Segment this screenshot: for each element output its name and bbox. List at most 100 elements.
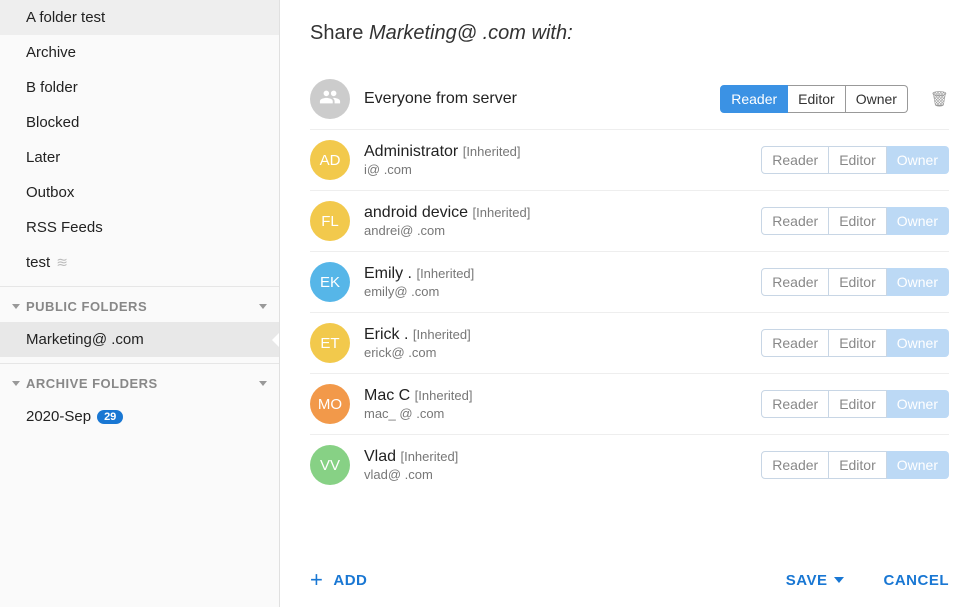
plus-icon: + bbox=[310, 569, 323, 591]
role-reader-button[interactable]: Reader bbox=[761, 146, 829, 174]
add-label: ADD bbox=[333, 572, 367, 589]
role-editor-button[interactable]: Editor bbox=[829, 146, 887, 174]
role-owner-button[interactable]: Owner bbox=[887, 146, 949, 174]
user-email: vlad@ .com bbox=[364, 467, 747, 482]
role-editor-button[interactable]: Editor bbox=[829, 207, 887, 235]
role-editor-button[interactable]: Editor bbox=[788, 85, 846, 113]
add-button[interactable]: + ADD bbox=[310, 569, 367, 591]
row-info: Erick . [Inherited]erick@ .com bbox=[364, 326, 747, 360]
chevron-down-icon[interactable] bbox=[259, 304, 267, 309]
sidebar-item[interactable]: Archive bbox=[0, 35, 279, 70]
archive-folders-label: ARCHIVE FOLDERS bbox=[26, 376, 158, 391]
public-folders-header[interactable]: PUBLIC FOLDERS bbox=[0, 286, 279, 322]
sidebar-item-label: Later bbox=[26, 149, 60, 166]
role-reader-button[interactable]: Reader bbox=[761, 390, 829, 418]
role-reader-button[interactable]: Reader bbox=[720, 85, 788, 113]
user-email: i@ .com bbox=[364, 162, 747, 177]
save-label: SAVE bbox=[786, 572, 828, 589]
role-editor-button[interactable]: Editor bbox=[829, 268, 887, 296]
role-editor-button[interactable]: Editor bbox=[829, 329, 887, 357]
share-row: MO Mac C [Inherited]mac_ @ .com ReaderEdit… bbox=[310, 374, 949, 435]
user-email: emily@ .com bbox=[364, 284, 747, 299]
sidebar-item[interactable]: Outbox bbox=[0, 175, 279, 210]
inherited-tag: [Inherited] bbox=[400, 449, 458, 464]
archive-folders-header[interactable]: ARCHIVE FOLDERS bbox=[0, 363, 279, 399]
sidebar-item[interactable]: Blocked bbox=[0, 105, 279, 140]
sidebar-item-label: Marketing@ .com bbox=[26, 331, 144, 348]
user-name: Administrator [Inherited] bbox=[364, 143, 747, 161]
sidebar-item[interactable]: A folder test bbox=[0, 0, 279, 35]
sidebar-item[interactable]: RSS Feeds bbox=[0, 210, 279, 245]
user-name: Everyone from server bbox=[364, 90, 706, 108]
caret-icon bbox=[12, 381, 20, 386]
sidebar-item-label: A folder test bbox=[26, 9, 105, 26]
row-info: Vlad [Inherited]vlad@ .com bbox=[364, 448, 747, 482]
sidebar-item-label: 2020-Sep bbox=[26, 408, 91, 425]
role-editor-button[interactable]: Editor bbox=[829, 451, 887, 479]
share-title: Share Marketing@ .com with: bbox=[310, 22, 949, 45]
group-icon bbox=[319, 86, 341, 112]
caret-icon bbox=[12, 304, 20, 309]
sidebar-item-label: Archive bbox=[26, 44, 76, 61]
row-info: Administrator [Inherited] i@ .com bbox=[364, 143, 747, 177]
trash-icon[interactable]: 🗑 bbox=[930, 90, 949, 108]
role-reader-button[interactable]: Reader bbox=[761, 207, 829, 235]
save-button[interactable]: SAVE bbox=[786, 572, 844, 589]
role-owner-button[interactable]: Owner bbox=[887, 390, 949, 418]
share-row: ET Erick . [Inherited]erick@ .com ReaderEd… bbox=[310, 313, 949, 374]
sidebar-item[interactable]: B folder bbox=[0, 70, 279, 105]
user-email: erick@ .com bbox=[364, 345, 747, 360]
inherited-tag: [Inherited] bbox=[473, 205, 531, 220]
role-reader-button[interactable]: Reader bbox=[761, 329, 829, 357]
role-group: ReaderEditorOwner bbox=[761, 146, 949, 174]
share-row: VVVlad [Inherited]vlad@ .comReaderEditor… bbox=[310, 435, 949, 495]
avatar: ET bbox=[310, 323, 350, 363]
role-owner-button[interactable]: Owner bbox=[887, 451, 949, 479]
share-panel: Share Marketing@ .com with: Everyone fro… bbox=[280, 0, 979, 607]
role-owner-button[interactable]: Owner bbox=[887, 207, 949, 235]
cancel-button[interactable]: CANCEL bbox=[884, 572, 950, 589]
sidebar-item[interactable]: test≋ bbox=[0, 245, 279, 280]
inherited-tag: [Inherited] bbox=[413, 327, 471, 342]
user-email: andrei@ .com bbox=[364, 223, 747, 238]
share-rows: Everyone from server ReaderEditorOwner🗑A… bbox=[310, 69, 949, 549]
role-editor-button[interactable]: Editor bbox=[829, 390, 887, 418]
user-name: Erick . [Inherited] bbox=[364, 326, 747, 344]
user-name: Mac C [Inherited] bbox=[364, 387, 747, 405]
chevron-down-icon[interactable] bbox=[259, 381, 267, 386]
role-reader-button[interactable]: Reader bbox=[761, 268, 829, 296]
role-group: ReaderEditorOwner bbox=[761, 268, 949, 296]
role-owner-button[interactable]: Owner bbox=[887, 268, 949, 296]
sidebar: A folder test Archive B folder Blocked Later… bbox=[0, 0, 280, 607]
cancel-label: CANCEL bbox=[884, 572, 950, 589]
share-row: Everyone from server ReaderEditorOwner 🗑 bbox=[310, 69, 949, 130]
row-info: android device [Inherited]andrei@ .com bbox=[364, 204, 747, 238]
inherited-tag: [Inherited] bbox=[416, 266, 474, 281]
rss-icon: ≋ bbox=[56, 254, 68, 271]
sidebar-item-label: RSS Feeds bbox=[26, 219, 103, 236]
sidebar-item-label: Blocked bbox=[26, 114, 79, 131]
inherited-tag: [Inherited] bbox=[463, 144, 521, 159]
row-info: Mac C [Inherited]mac_ @ .com bbox=[364, 387, 747, 421]
user-email: mac_ @ .com bbox=[364, 406, 747, 421]
row-info: Emily . [Inherited]emily@ .com bbox=[364, 265, 747, 299]
user-name: android device [Inherited] bbox=[364, 204, 747, 222]
role-reader-button[interactable]: Reader bbox=[761, 451, 829, 479]
user-name: Emily . [Inherited] bbox=[364, 265, 747, 283]
count-badge: 29 bbox=[97, 410, 123, 424]
role-group: ReaderEditorOwner bbox=[761, 451, 949, 479]
sidebar-item[interactable]: 2020-Sep 29 bbox=[0, 399, 279, 434]
role-group: ReaderEditorOwner bbox=[761, 390, 949, 418]
public-folders-label: PUBLIC FOLDERS bbox=[26, 299, 147, 314]
sidebar-item-label: Outbox bbox=[26, 184, 74, 201]
avatar: EK bbox=[310, 262, 350, 302]
sidebar-item-marketing[interactable]: Marketing@ .com bbox=[0, 322, 279, 357]
sidebar-item[interactable]: Later bbox=[0, 140, 279, 175]
role-owner-button[interactable]: Owner bbox=[887, 329, 949, 357]
role-owner-button[interactable]: Owner bbox=[846, 85, 908, 113]
share-row: FLandroid device [Inherited]andrei@ .com… bbox=[310, 191, 949, 252]
share-suffix: .com with: bbox=[477, 22, 573, 44]
avatar bbox=[310, 79, 350, 119]
avatar: AD bbox=[310, 140, 350, 180]
avatar: MO bbox=[310, 384, 350, 424]
